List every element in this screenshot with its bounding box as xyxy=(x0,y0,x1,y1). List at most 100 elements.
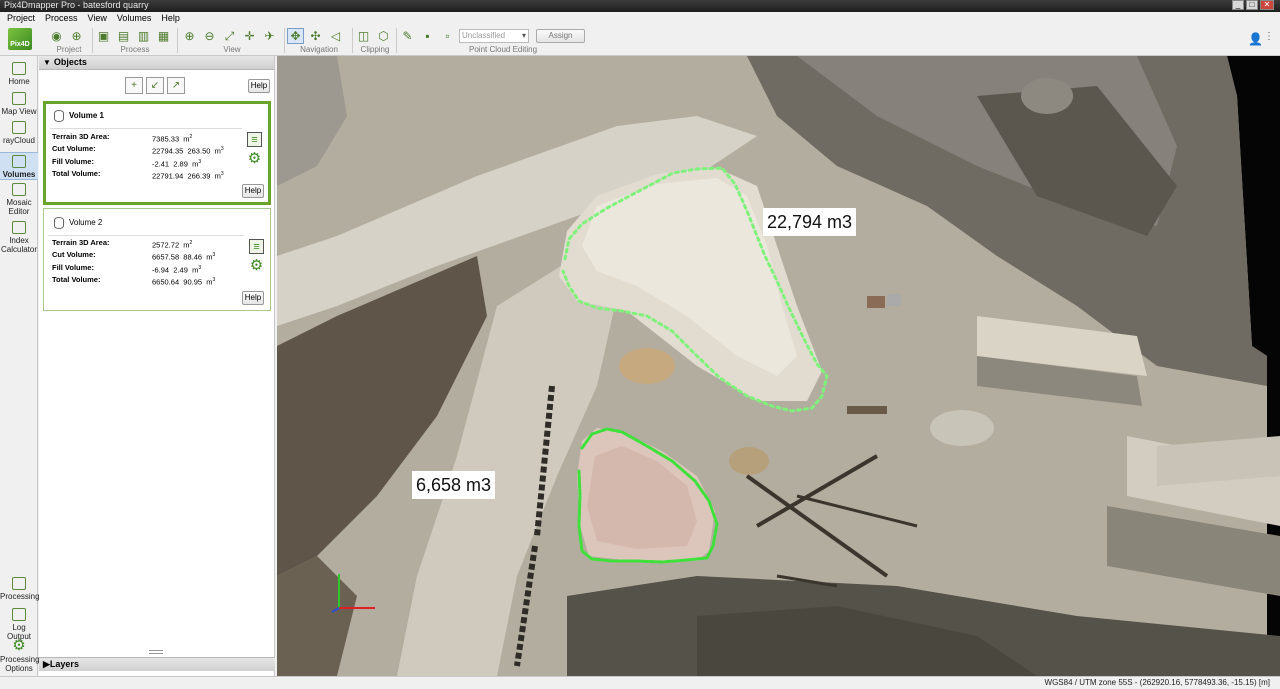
pan-navigation-icon[interactable]: ✥ xyxy=(287,28,304,44)
main-toolbar: Pix4D ◉ ⊕ Project ▣ ▤ ▥ ▦ Process ⊕ ⊖ ⤢ … xyxy=(0,25,1280,56)
volume-card-2[interactable]: Volume 2 Terrain 3D Area: 2572.72 m2 Cut … xyxy=(43,208,271,311)
sidebar-item-raycloud[interactable]: rayCloud xyxy=(0,121,38,149)
process-step3-icon[interactable]: ▥ xyxy=(135,28,152,44)
stat-number: -6.94 xyxy=(152,265,170,275)
import-volume-icon[interactable]: ↙ xyxy=(146,77,164,94)
volume-card-1[interactable]: Volume 1 Terrain 3D Area: 7385.33 m2 Cut … xyxy=(43,101,271,205)
sidebar-item-mosaic-editor[interactable]: Mosaic Editor xyxy=(0,183,38,219)
gcp-manager-icon[interactable]: ⊕ xyxy=(68,28,85,44)
clipping-edit-icon[interactable]: ⬡ xyxy=(375,28,392,44)
volumes-map-view[interactable]: 22,794 m3 6,658 m3 xyxy=(277,56,1280,676)
stat-label: Terrain 3D Area: xyxy=(52,132,110,141)
volume-title: Volume 2 xyxy=(54,217,102,229)
stat-label: Terrain 3D Area: xyxy=(52,238,110,247)
index-icon xyxy=(12,221,26,234)
stat-exponent: 3 xyxy=(220,146,224,153)
volume-stats: Terrain 3D Area: 7385.33 m2 Cut Volume: 22… xyxy=(52,131,224,180)
close-button[interactable]: ✕ xyxy=(1260,0,1274,10)
menu-volumes[interactable]: Volumes xyxy=(112,12,157,25)
stat-value: 22794.35 263.50 m3 xyxy=(152,143,224,156)
log-icon xyxy=(12,608,26,621)
zoom-selection-icon[interactable]: ✛ xyxy=(241,28,258,44)
stat-row: Cut Volume: 22794.35 263.50 m3 xyxy=(52,143,224,156)
volume-settings-icon[interactable]: ⚙ xyxy=(247,151,262,167)
stat-exponent: 2 xyxy=(189,134,193,140)
minimize-button[interactable]: _ xyxy=(1232,0,1244,10)
sidebar-item-label: Processing xyxy=(0,592,40,601)
stat-number: 22794.35 xyxy=(152,146,184,156)
project-options-icon[interactable]: ◉ xyxy=(48,28,65,44)
objects-panel-title: Objects xyxy=(53,57,87,67)
menu-project[interactable]: Project xyxy=(2,12,40,25)
toolbar-label-clipping: Clipping xyxy=(360,45,390,54)
options-gear-icon: ⚙ xyxy=(12,637,26,654)
maximize-button[interactable]: □ xyxy=(1246,0,1258,10)
volume-settings-icon[interactable]: ⚙ xyxy=(249,258,264,274)
fly-navigation-icon[interactable]: ◁ xyxy=(327,28,344,44)
layers-panel-title: Layers xyxy=(49,659,79,669)
process-step2-icon[interactable]: ▤ xyxy=(115,28,132,44)
assign-button[interactable]: Assign xyxy=(536,29,585,43)
export-volume-icon[interactable]: ↗ xyxy=(167,77,185,94)
sidebar-item-volumes[interactable]: Volumes xyxy=(0,152,38,180)
stat-value: 6657.58 88.46 m3 xyxy=(152,249,216,262)
stat-label: Total Volume: xyxy=(52,168,101,178)
sidebar-item-processing[interactable]: Processing xyxy=(0,577,40,605)
sidebar-item-index-calculator[interactable]: Index Calculator xyxy=(0,221,38,257)
stat-label: Fill Volume: xyxy=(52,156,94,166)
stat-exponent: 3 xyxy=(212,252,216,259)
sidebar-item-log-output[interactable]: Log Output xyxy=(0,608,38,641)
stat-number: 7385.33 xyxy=(152,134,180,144)
stat-error: 2.89 xyxy=(173,159,188,169)
objects-panel-header[interactable]: ▼ Objects xyxy=(39,56,274,70)
process-step4-icon[interactable]: ▦ xyxy=(155,28,172,44)
sidebar-item-label: Index Calculator xyxy=(0,236,37,254)
home-icon xyxy=(12,62,26,75)
stat-value: -6.94 2.49 m3 xyxy=(152,262,202,275)
objects-help-button[interactable]: Help xyxy=(248,79,270,93)
process-step1-icon[interactable]: ▣ xyxy=(95,28,112,44)
toolbar-label-project: Project xyxy=(56,45,82,54)
toolbar-overflow-icon[interactable]: ⋮ xyxy=(1264,31,1274,42)
zoom-in-icon[interactable]: ⊕ xyxy=(181,28,198,44)
selection-mode-icon[interactable]: ▪ xyxy=(419,28,436,44)
volume2-map-label: 6,658 m3 xyxy=(412,471,496,499)
volume-report-icon[interactable]: ≡ xyxy=(247,132,262,147)
menu-help[interactable]: Help xyxy=(156,12,185,25)
new-volume-icon[interactable]: + xyxy=(125,77,143,94)
zoom-out-icon[interactable]: ⊖ xyxy=(201,28,218,44)
volume-name: Volume 2 xyxy=(69,218,103,228)
brush-icon[interactable]: ✎ xyxy=(399,28,416,44)
sidebar-item-label: Volumes xyxy=(2,170,36,179)
sidebar-item-processing-options[interactable]: ⚙ Processing Options xyxy=(0,637,40,674)
menu-view[interactable]: View xyxy=(83,12,112,25)
volume-help-button[interactable]: Help xyxy=(242,184,264,198)
layers-panel-header[interactable]: ▶Layers xyxy=(39,657,275,671)
toolbar-group-clipping: ◫ ⬡ Clipping xyxy=(355,27,395,55)
map-icon xyxy=(12,92,26,105)
class-select[interactable]: Unclassified xyxy=(459,29,529,43)
orbit-navigation-icon[interactable]: ✣ xyxy=(307,28,324,44)
stat-error: 90.95 xyxy=(183,277,203,287)
window-controls: _ □ ✕ xyxy=(1232,0,1274,10)
panel-resize-grip[interactable] xyxy=(149,650,163,654)
zoom-fit-icon[interactable]: ⤢ xyxy=(221,28,238,44)
user-account-icon[interactable]: 👤 xyxy=(1247,31,1264,47)
view-orientation-icon[interactable]: ✈ xyxy=(261,28,278,44)
objects-toolbar: + ↙ ↗ xyxy=(125,77,185,94)
status-bar: WGS84 / UTM zone 55S - (262920.16, 57784… xyxy=(0,676,1280,689)
collapse-triangle-icon: ▼ xyxy=(43,58,51,67)
stat-error: 88.46 xyxy=(183,252,203,262)
toolbar-label-point-cloud-editing: Point Cloud Editing xyxy=(469,45,538,54)
volume-report-icon[interactable]: ≡ xyxy=(249,239,264,254)
volume-stats: Terrain 3D Area: 2572.72 m2 Cut Volume: 66… xyxy=(52,237,215,286)
stat-exponent: 3 xyxy=(198,158,202,165)
sidebar-item-map-view[interactable]: Map View xyxy=(0,92,38,120)
stat-error: 2.49 xyxy=(173,265,188,275)
clipping-box-icon[interactable]: ◫ xyxy=(355,28,372,44)
stat-exponent: 3 xyxy=(198,264,202,271)
menu-process[interactable]: Process xyxy=(40,12,83,25)
volume-help-button[interactable]: Help xyxy=(242,291,264,305)
sidebar-item-home[interactable]: Home xyxy=(0,62,38,90)
class-color-icon[interactable]: ▫ xyxy=(439,28,456,44)
